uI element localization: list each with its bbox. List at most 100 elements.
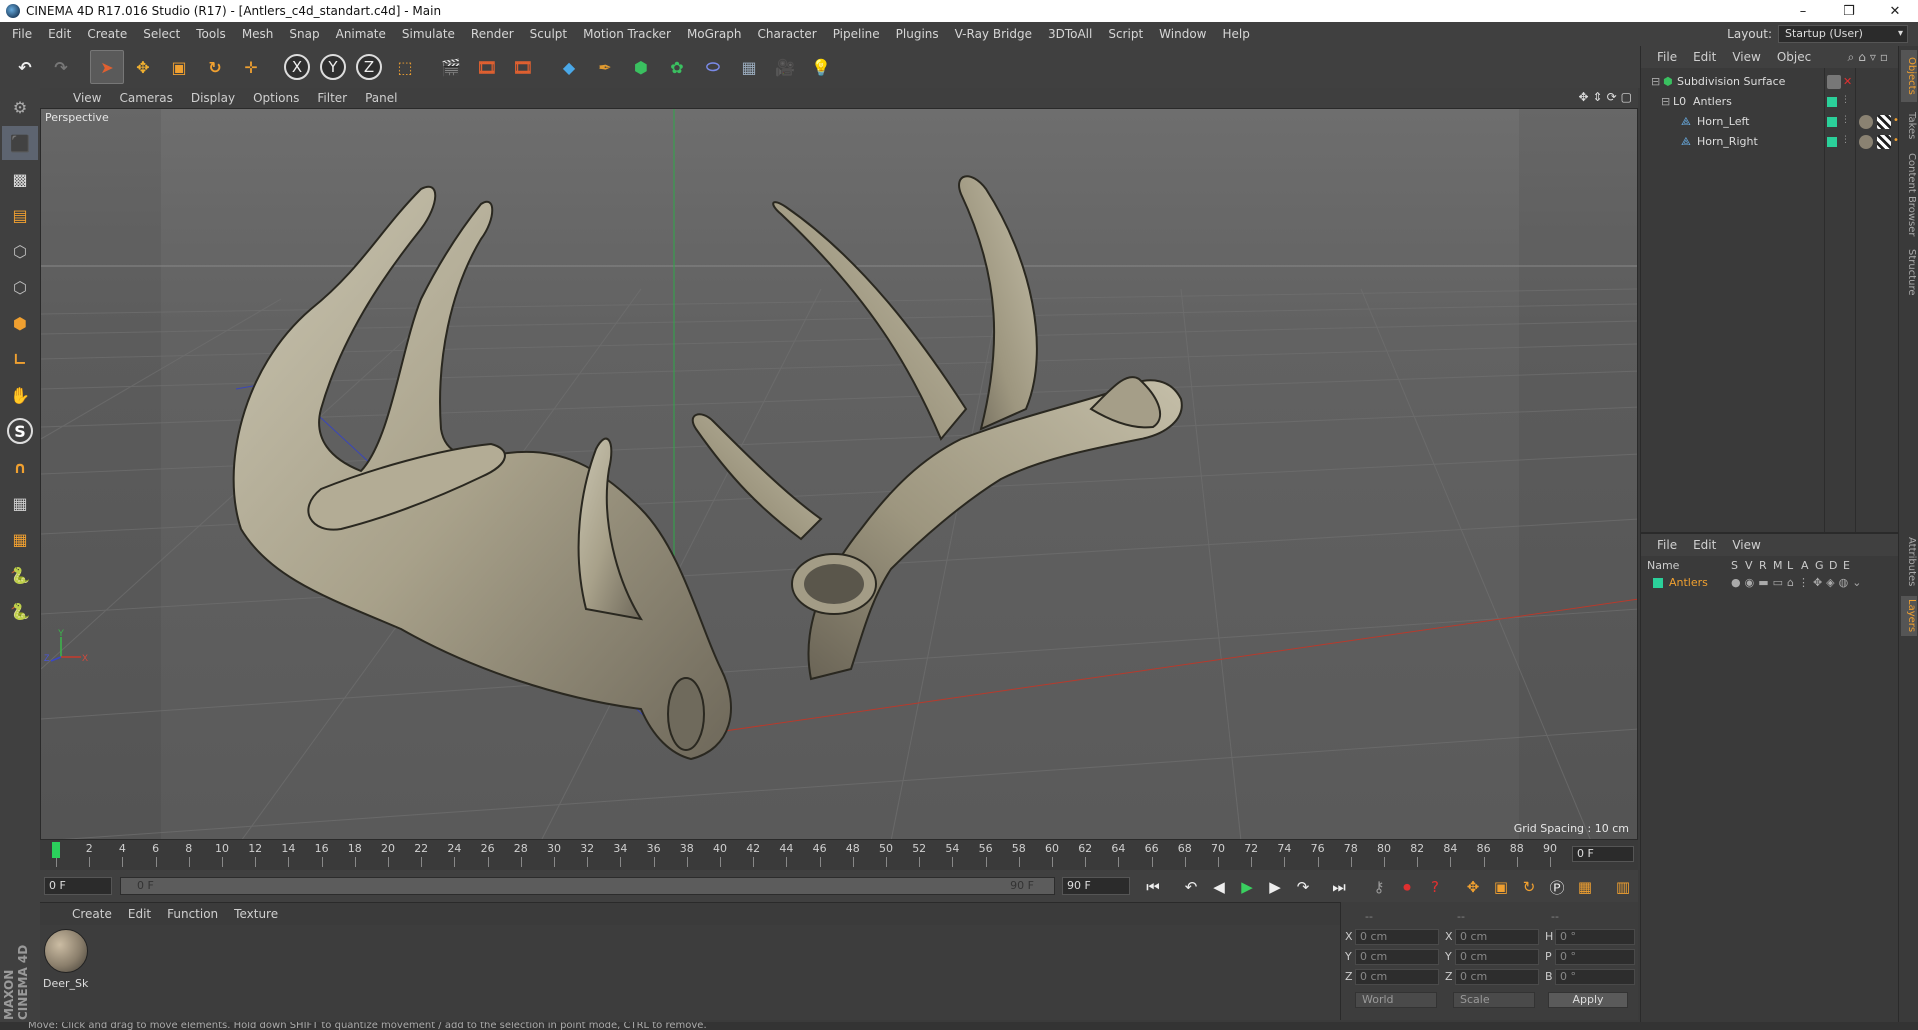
tree-collapse-icon[interactable]: ⊟ [1661, 95, 1670, 108]
restore-button[interactable]: ❒ [1826, 0, 1872, 22]
layer-row-antlers[interactable]: Antlers ●◉▬▭⌂⋮✥◈◍⌄ [1641, 574, 1899, 592]
menu-animate[interactable]: Animate [328, 27, 394, 41]
render-settings-button[interactable]: 🎞 [506, 50, 540, 84]
tab-attributes[interactable]: Attributes [1901, 534, 1917, 590]
previous-key-button[interactable]: ↶ [1178, 875, 1204, 899]
magnet-button[interactable]: ∩ [2, 450, 38, 484]
goto-start-button[interactable]: ⏮ [1140, 875, 1166, 899]
menu-create[interactable]: Create [79, 27, 135, 41]
viewport-rotate-icon[interactable]: ⟳ [1607, 90, 1617, 104]
viewport-menu-view[interactable]: View [64, 91, 110, 105]
timeline-settings-button[interactable]: ▥ [1610, 875, 1636, 899]
model-mode-button[interactable]: ⬛ [2, 126, 38, 160]
menu-vray-bridge[interactable]: V-Ray Bridge [947, 27, 1040, 41]
objects-menu-file[interactable]: File [1649, 50, 1685, 64]
z-axis-button[interactable]: Z [352, 50, 386, 84]
autokey-button[interactable]: ⏺ [1394, 875, 1420, 899]
workplane-settings-button[interactable]: ▦ [2, 522, 38, 556]
menu-snap[interactable]: Snap [281, 27, 327, 41]
play-button[interactable]: ▶ [1234, 875, 1260, 899]
size-z-field[interactable]: 0 cm [1455, 969, 1539, 985]
object-manager-tool-icons[interactable]: ⌕⌂▿▫ [1848, 50, 1893, 65]
object-row-antlers[interactable]: ⊟ L0 Antlers ⋮ [1641, 92, 1899, 112]
layer-name[interactable]: Antlers [1669, 576, 1708, 589]
menu-select[interactable]: Select [135, 27, 188, 41]
3d-viewport[interactable]: Y Z X Perspective Grid Spacing : 10 cm [40, 108, 1638, 840]
live-selection-button[interactable]: ➤ [90, 50, 124, 84]
material-menu-create[interactable]: Create [64, 907, 120, 921]
move-tool-button[interactable]: ✥ [126, 50, 160, 84]
transform-tool-button[interactable]: ✛ [234, 50, 268, 84]
material-name[interactable]: Deer_Sk [43, 977, 88, 990]
viewport-maximize-icon[interactable]: ▢ [1621, 90, 1632, 104]
x-axis-button[interactable]: X [280, 50, 314, 84]
menu-simulate[interactable]: Simulate [394, 27, 463, 41]
tab-objects[interactable]: Objects [1901, 50, 1917, 102]
coordinate-system-button[interactable]: ⬚ [388, 50, 422, 84]
previous-frame-button[interactable]: ◀ [1206, 875, 1232, 899]
tab-structure[interactable]: Structure [1901, 246, 1917, 298]
objects-menu-view[interactable]: View [1724, 50, 1768, 64]
floor-environment-button[interactable]: ▦ [732, 50, 766, 84]
close-button[interactable]: ✕ [1872, 0, 1918, 22]
material-thumbnail[interactable] [44, 929, 88, 973]
menu-motion-tracker[interactable]: Motion Tracker [575, 27, 679, 41]
key-pla-button[interactable]: ▦ [1572, 875, 1598, 899]
layer-color-swatch[interactable] [1827, 137, 1837, 147]
menu-file[interactable]: File [4, 27, 40, 41]
rotation-b-field[interactable]: 0 ° [1555, 969, 1635, 985]
size-y-field[interactable]: 0 cm [1455, 949, 1539, 965]
apply-button[interactable]: Apply [1548, 992, 1628, 1008]
layer-color-swatch[interactable] [1827, 117, 1837, 127]
visibility-dots-icon[interactable]: ⋮ [1841, 115, 1850, 125]
viewport-menu-cameras[interactable]: Cameras [110, 91, 181, 105]
tree-collapse-icon[interactable]: ⊟ [1651, 75, 1660, 88]
lock-workplane-button[interactable]: ▦ [2, 486, 38, 520]
scale-tool-button[interactable]: ▣ [162, 50, 196, 84]
key-scale-button[interactable]: ▣ [1488, 875, 1514, 899]
polygons-mode-button[interactable]: ⬢ [2, 306, 38, 340]
position-x-field[interactable]: 0 cm [1355, 929, 1439, 945]
menu-sculpt[interactable]: Sculpt [522, 27, 575, 41]
layer-color-swatch[interactable] [1653, 578, 1663, 588]
redo-button[interactable]: ↷ [44, 50, 78, 84]
next-frame-button[interactable]: ▶ [1262, 875, 1288, 899]
objects-menu-edit[interactable]: Edit [1685, 50, 1724, 64]
menu-character[interactable]: Character [749, 27, 824, 41]
timeline-ruler[interactable]: 0246810121416182022242628303234363840424… [40, 840, 1638, 870]
visibility-dots-icon[interactable]: ⋮ [1841, 135, 1850, 145]
current-frame-marker[interactable] [52, 842, 60, 858]
key-rotation-button[interactable]: ↻ [1516, 875, 1542, 899]
python-console-button[interactable]: 🐍 [2, 594, 38, 628]
layer-toggle-icons[interactable]: ●◉▬▭⌂⋮✥◈◍⌄ [1731, 576, 1865, 589]
viewport-menu-filter[interactable]: Filter [308, 91, 356, 105]
disabled-x-icon[interactable]: ✕ [1843, 75, 1852, 88]
viewport-menu-panel[interactable]: Panel [356, 91, 406, 105]
layer-color-swatch[interactable] [1827, 97, 1837, 107]
uvw-tag-icon[interactable] [1877, 135, 1891, 149]
axis-mode-button[interactable]: ∟ [2, 342, 38, 376]
object-row-horn-left[interactable]: ⟁ Horn_Left ⋮ • [1641, 112, 1899, 132]
tab-takes[interactable]: Takes [1901, 108, 1917, 144]
visibility-dots-icon[interactable]: ⋮ [1841, 95, 1850, 105]
tab-content-browser[interactable]: Content Browser [1901, 150, 1917, 240]
menu-edit[interactable]: Edit [40, 27, 79, 41]
y-axis-button[interactable]: Y [316, 50, 350, 84]
viewport-menu-display[interactable]: Display [182, 91, 244, 105]
material-tag-icon[interactable] [1859, 135, 1873, 149]
cube-object-button[interactable]: ◆ [552, 50, 586, 84]
render-view-button[interactable]: 🎬 [434, 50, 468, 84]
viewport-pan-icon[interactable]: ✥ [1578, 90, 1588, 104]
subdivision-generator-button[interactable]: ⬢ [624, 50, 658, 84]
material-menu-edit[interactable]: Edit [120, 907, 159, 921]
layers-menu-view[interactable]: View [1724, 538, 1768, 552]
python-script-button[interactable]: 🐍 [2, 558, 38, 592]
keyframe-selection-button[interactable]: ? [1422, 875, 1448, 899]
camera-label[interactable]: Perspective [45, 111, 109, 124]
layers-menu-edit[interactable]: Edit [1685, 538, 1724, 552]
end-frame-field[interactable]: 90 F [1062, 877, 1130, 895]
menu-mograph[interactable]: MoGraph [679, 27, 750, 41]
layers-menu-file[interactable]: File [1649, 538, 1685, 552]
tab-layers[interactable]: Layers [1901, 596, 1917, 636]
pen-spline-button[interactable]: ✒ [588, 50, 622, 84]
